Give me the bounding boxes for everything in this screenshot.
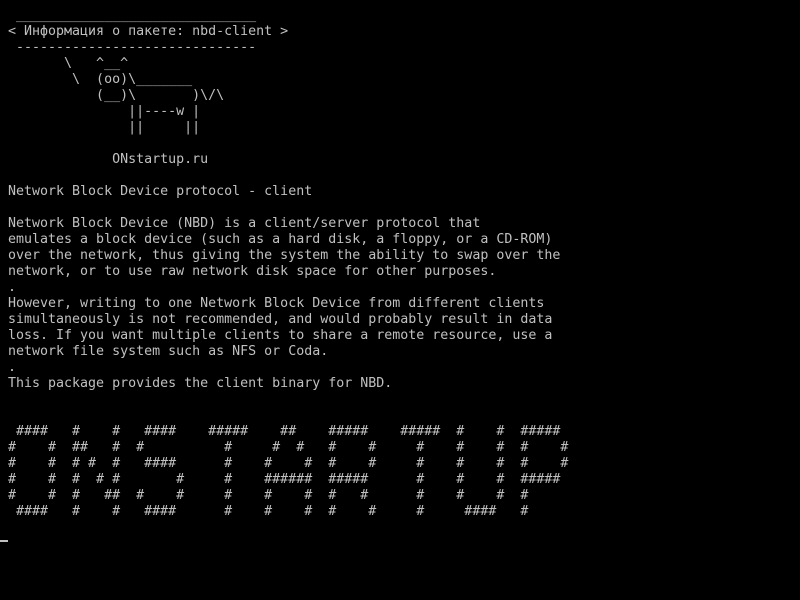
terminal-line: . <box>8 280 17 295</box>
terminal-line: < Информация о пакете: nbd-client > <box>8 24 289 39</box>
terminal-line: loss. If you want multiple clients to sh… <box>8 328 553 343</box>
terminal-line: # # # ## # # # # # # # # # # # <box>8 488 529 503</box>
terminal-line: || || <box>8 120 201 135</box>
terminal-line: ______________________________ <box>8 8 257 23</box>
terminal-line: # # # # # # # ###### ##### # # # ##### <box>8 472 561 487</box>
terminal-line: ------------------------------ <box>8 40 257 55</box>
terminal-line: # # # # # #### # # # # # # # # # # <box>8 456 569 471</box>
terminal-line: Network Block Device (NBD) is a client/s… <box>8 216 481 231</box>
terminal-line: simultaneously is not recommended, and w… <box>8 312 553 327</box>
terminal-line: (__)\ )\/\ <box>8 88 225 103</box>
terminal-line: network, or to use raw network disk spac… <box>8 264 497 279</box>
terminal-line: ONstartup.ru <box>8 152 209 167</box>
terminal-screen[interactable]: ______________________________ < Информац… <box>0 0 800 600</box>
terminal-line: \ (oo)\_______ <box>8 72 193 87</box>
terminal-line: ||----w | <box>8 104 201 119</box>
terminal-line: over the network, thus giving the system… <box>8 248 561 263</box>
terminal-line: emulates a block device (such as a hard … <box>8 232 553 247</box>
terminal-line: . <box>8 360 17 375</box>
terminal-line: #### # # #### ##### ## ##### ##### # # #… <box>8 424 561 439</box>
terminal-line: # # ## # # # # # # # # # # # # <box>8 440 569 455</box>
terminal-line: #### # # #### # # # # # # #### # <box>8 504 529 519</box>
terminal-line: \ ^__^ <box>8 56 129 71</box>
terminal-line: network file system such as NFS or Coda. <box>8 344 329 359</box>
terminal-line: However, writing to one Network Block De… <box>8 296 545 311</box>
terminal-line: Network Block Device protocol - client <box>8 184 313 199</box>
terminal-cursor <box>0 540 8 542</box>
terminal-line: This package provides the client binary … <box>8 376 393 391</box>
